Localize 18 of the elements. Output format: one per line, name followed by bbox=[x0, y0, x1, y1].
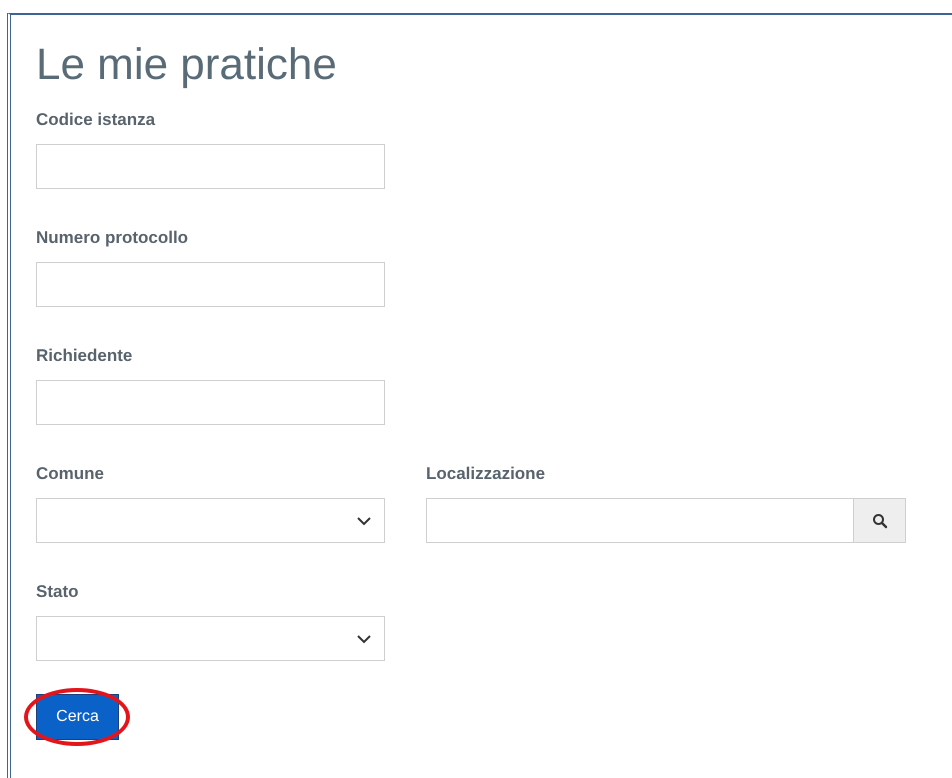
dropdown-field[interactable] bbox=[36, 498, 385, 543]
chevron-down-icon bbox=[356, 634, 372, 644]
page-title: Le mie pratiche bbox=[36, 39, 338, 91]
search-button[interactable] bbox=[854, 498, 906, 543]
input-field[interactable] bbox=[36, 262, 385, 307]
dropdown-field[interactable] bbox=[36, 616, 385, 661]
field-label: Localizzazione bbox=[426, 464, 546, 484]
chevron-down-icon bbox=[356, 516, 372, 526]
field-label: Stato bbox=[36, 582, 78, 602]
field-label: Numero protocollo bbox=[36, 228, 188, 248]
input-field[interactable] bbox=[426, 498, 854, 543]
input-field[interactable] bbox=[36, 380, 385, 425]
field-label: Comune bbox=[36, 464, 104, 484]
search-icon bbox=[872, 512, 888, 528]
search-submit-button[interactable]: Cerca bbox=[36, 694, 119, 740]
input-field[interactable] bbox=[36, 144, 385, 189]
field-label: Richiedente bbox=[36, 346, 132, 366]
field-label: Codice istanza bbox=[36, 110, 156, 130]
